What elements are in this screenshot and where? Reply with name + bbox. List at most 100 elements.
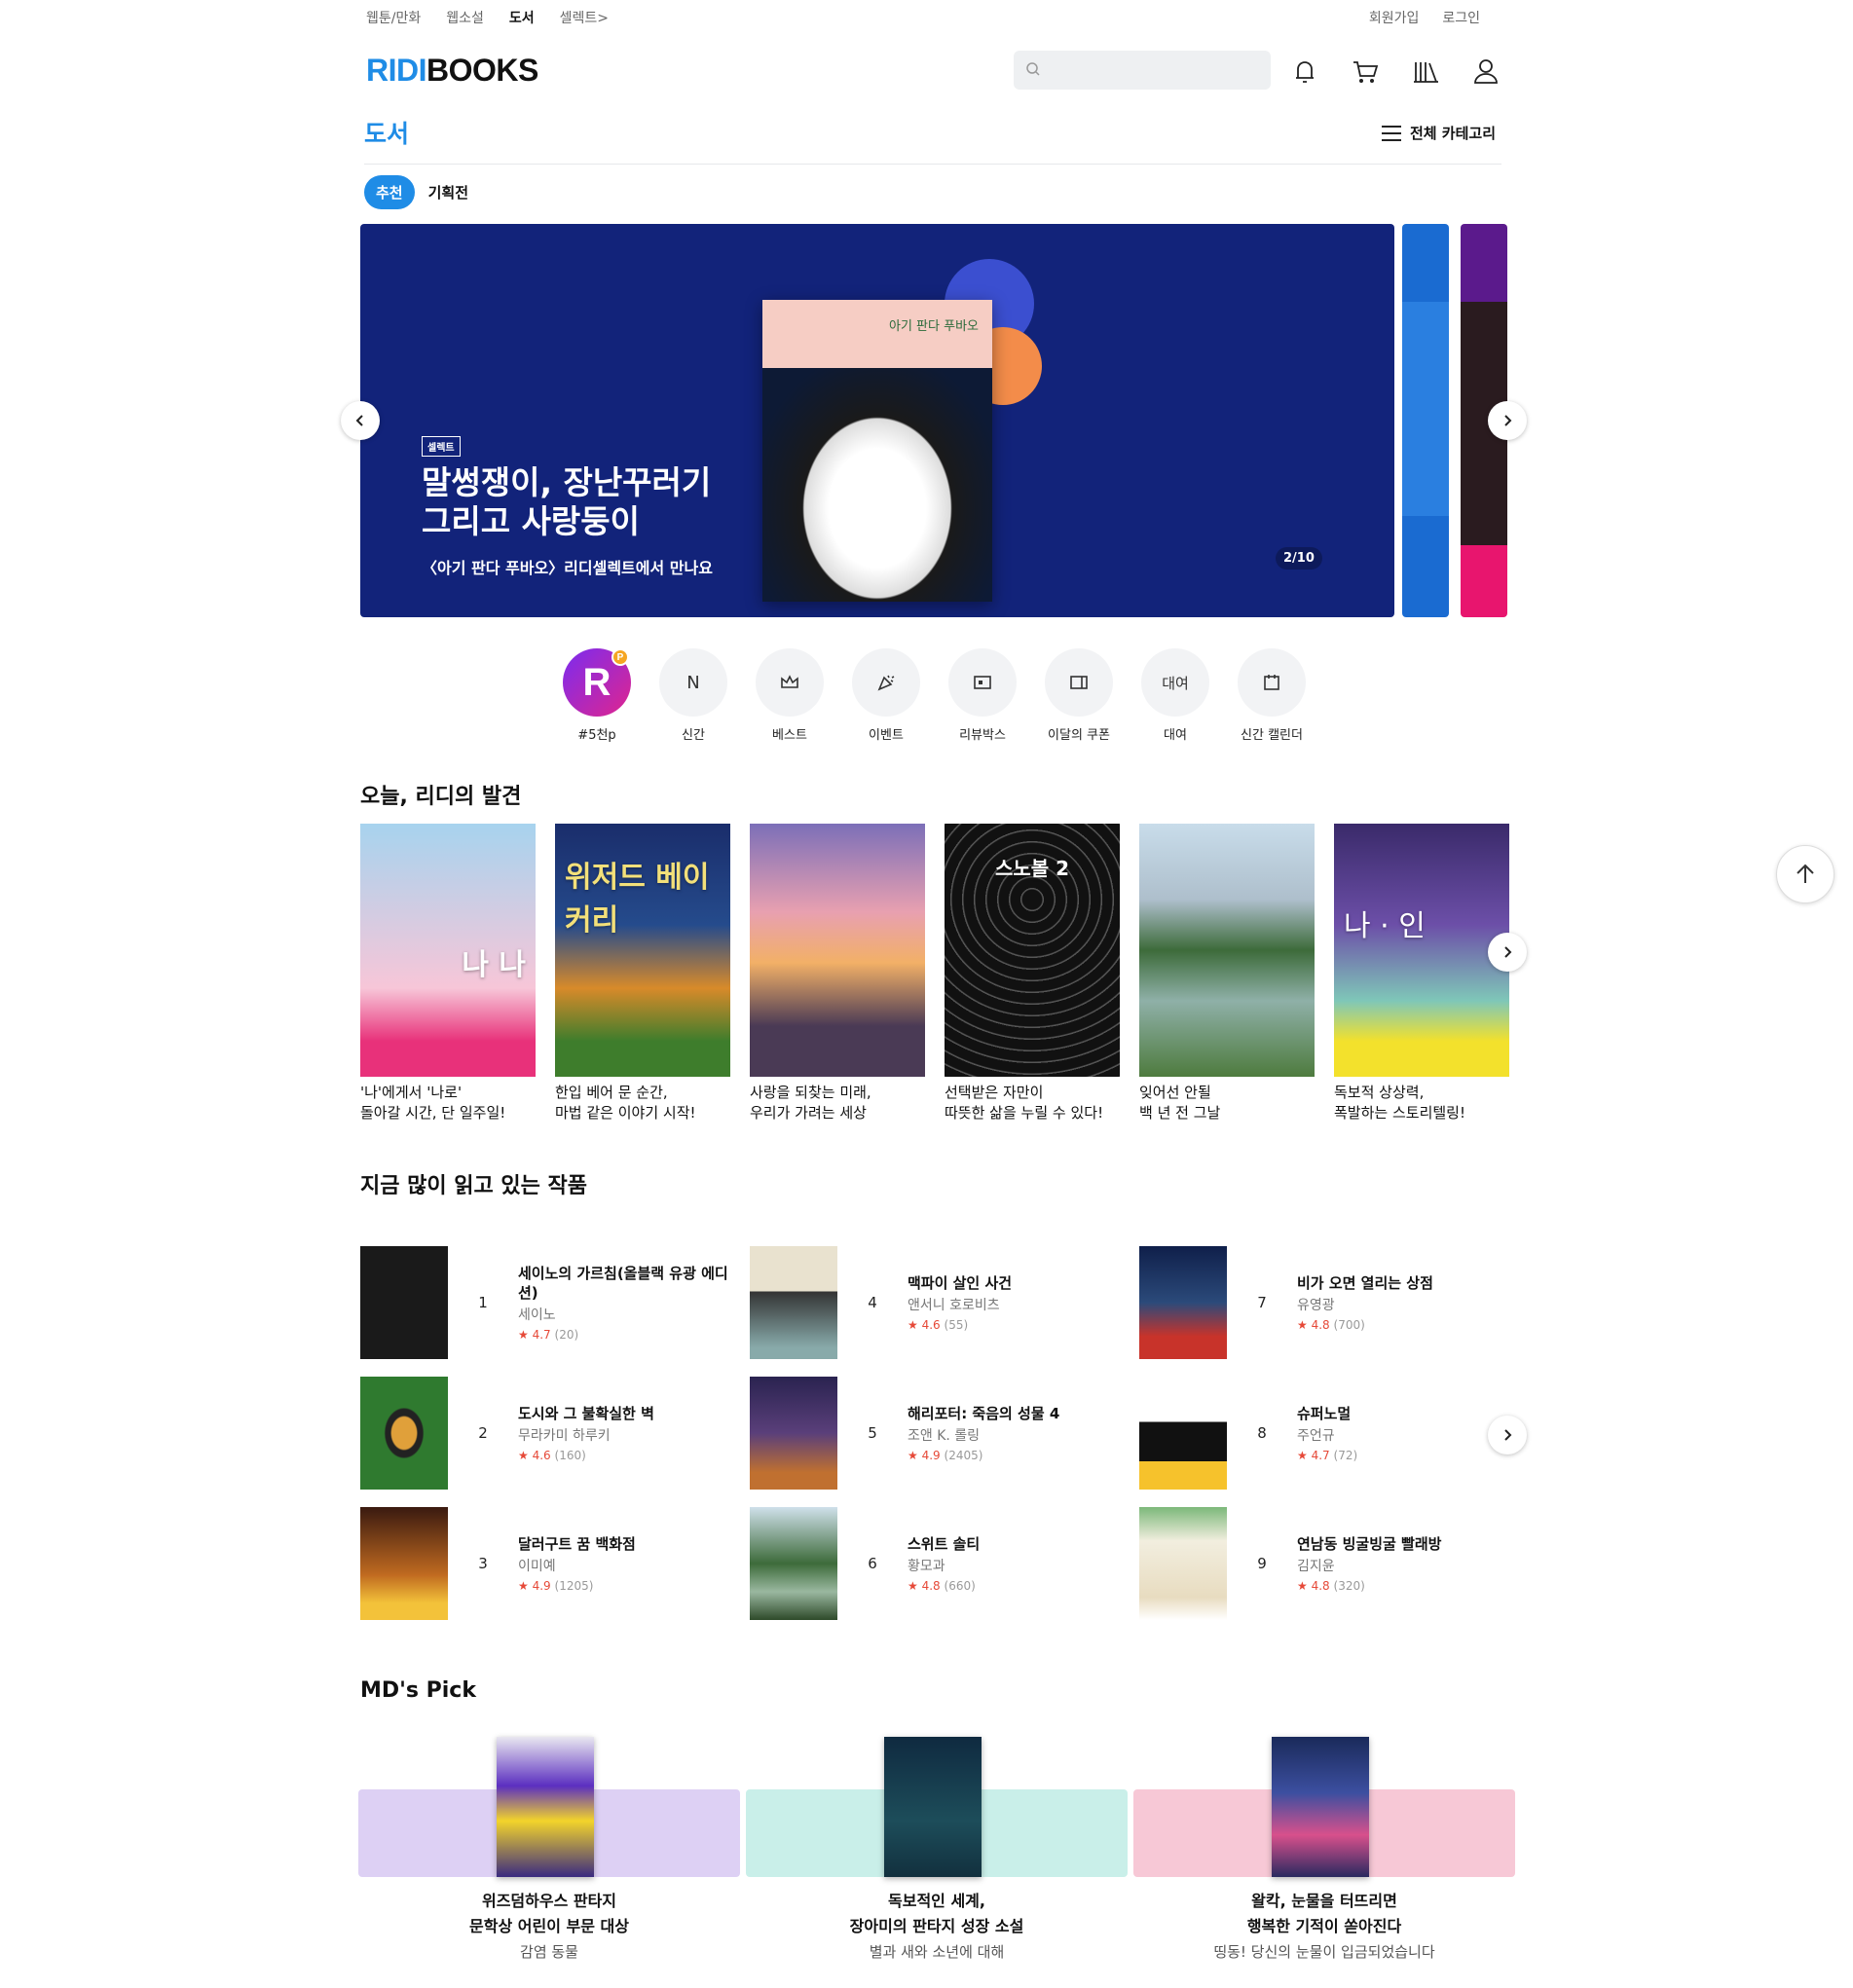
quick-best[interactable]: 베스트 [756,648,824,743]
login-link[interactable]: 로그인 [1442,8,1480,27]
ranking-item[interactable]: 4 맥파이 살인 사건 앤서니 호로비츠 ★ 4.6 (55) [750,1246,1139,1359]
rank-number: 4 [868,1294,877,1311]
point-icon: P [611,648,629,666]
caption-line: 백 년 전 그날 [1139,1104,1221,1122]
nav-webnovel[interactable]: 웹소설 [446,8,484,27]
rating-count: (1205) [554,1579,594,1593]
discovery-item[interactable]: 스노볼 2 선택받은 자만이 따뜻한 삶을 누릴 수 있다! [945,824,1120,1123]
book-cover [750,1246,837,1359]
mdpick-item[interactable]: 왈칵, 눈물을 터뜨리면 행복한 기적이 쏟아진다 띵동! 당신의 눈물이 입금되… [1133,1737,1515,1970]
book-cover [1139,824,1315,1077]
rating-count: (55) [944,1318,969,1332]
ranking-next-button[interactable] [1488,1416,1527,1454]
book-author: 황모과 [908,1559,945,1574]
quick-event[interactable]: 이벤트 [852,648,920,743]
book-cover: 나 나 [360,824,536,1077]
ranking-item[interactable]: 6 스위트 솔티 황모과 ★ 4.8 (660) [750,1507,1139,1620]
discovery-item[interactable]: 사랑을 되찾는 미래, 우리가 가려는 세상 [750,824,925,1123]
search-icon [1026,62,1040,76]
page-title: 도서 [364,120,410,148]
ranking-item[interactable]: 8 슈퍼노멀 주언규 ★ 4.7 (72) [1139,1377,1529,1490]
rank-info: 세이노의 가르침(올블랙 유광 에디션) 세이노 ★ 4.7 (20) [518,1264,732,1342]
discovery-item[interactable]: 나 · 인 독보적 상상력, 폭발하는 스토리텔링! [1334,824,1509,1123]
quick-reviewbox[interactable]: 리뷰박스 [948,648,1017,743]
ridibooks-logo[interactable]: RIDIBOOKS [366,53,538,89]
quick-point[interactable]: RP #5천p [563,648,631,743]
quick-new[interactable]: N 신간 [659,648,727,743]
ranking-list: 1 세이노의 가르침(올블랙 유광 에디션) 세이노 ★ 4.7 (20) 4 맥파이 … [360,1246,1529,1620]
ridi-point-icon: RP [563,648,631,717]
rating-count: (2405) [944,1449,983,1462]
discovery-item[interactable]: 나 나 '나'에게서 '나로' 돌아갈 시간, 단 일주일! [360,824,536,1123]
ranking-item[interactable]: 5 해리포터: 죽음의 성물 4 조앤 K. 롤링 ★ 4.9 (2405) [750,1377,1139,1490]
quick-rental[interactable]: 대여 대여 [1141,648,1209,743]
book-author: 앤서니 호로비츠 [908,1298,1000,1313]
nav-select[interactable]: 셀렉트> [560,8,609,27]
book-title: 맥파이 살인 사건 [908,1274,1013,1292]
nav-webtoon[interactable]: 웹툰/만화 [366,8,421,27]
quick-calendar[interactable]: 신간 캘린더 [1238,648,1306,743]
book-cover [750,1377,837,1490]
caption-line: 마법 같은 이야기 시작! [555,1104,696,1122]
next-banner-preview[interactable] [1402,224,1449,617]
mdpick-item[interactable]: 독보적인 세계, 장아미의 판타지 성장 소설 별과 새와 소년에 대해 [746,1737,1128,1970]
rank-number: 2 [478,1424,488,1442]
discovery-list: 나 나 '나'에게서 '나로' 돌아갈 시간, 단 일주일! 위저드 베이커리 한… [360,824,1509,1123]
caption-line: 선택받은 자만이 [945,1084,1044,1101]
rank-info: 연남동 빙굴빙굴 빨래방 김지윤 ★ 4.8 (320) [1297,1534,1511,1593]
rating-value: 4.8 [1311,1318,1330,1332]
ranking-item[interactable]: 1 세이노의 가르침(올블랙 유광 에디션) 세이노 ★ 4.7 (20) [360,1246,750,1359]
tab-recommend[interactable]: 추천 [364,175,415,209]
search-input[interactable] [1014,51,1271,90]
quick-label: 이달의 쿠폰 [1048,728,1110,743]
all-categories-button[interactable]: 전체 카테고리 [1381,123,1496,143]
book-cover [750,824,925,1077]
discovery-item[interactable]: 위저드 베이커리 한입 베어 문 순간, 마법 같은 이야기 시작! [555,824,730,1123]
signup-link[interactable]: 회원가입 [1369,8,1420,27]
book-title: 연남동 빙굴빙굴 빨래방 [1297,1535,1442,1553]
book-title: 슈퍼노멀 [1297,1405,1352,1422]
cart-icon[interactable] [1349,55,1382,88]
ranking-item[interactable]: 9 연남동 빙굴빙굴 빨래방 김지윤 ★ 4.8 (320) [1139,1507,1529,1620]
auth-nav: 회원가입 로그인 [1369,8,1480,27]
caption-line: 폭발하는 스토리텔링! [1334,1104,1465,1122]
rating-value: 4.9 [921,1449,941,1462]
library-icon[interactable] [1409,55,1442,88]
hero-banner[interactable]: 아기 판다 푸바오 셀렉트 말썽쟁이, 장난꾸러기 그리고 사랑둥이 〈아기 판… [360,224,1394,617]
mdpick-heading: 왈칵, 눈물을 터뜨리면 행복한 기적이 쏟아진다 [1133,1889,1515,1939]
quick-label: 이벤트 [869,728,904,743]
party-icon [852,648,920,717]
rating-value: 4.7 [532,1328,551,1342]
mdpick-line: 행복한 기적이 쏟아진다 [1246,1917,1402,1935]
quick-label: #5천p [577,728,616,743]
ranking-item[interactable]: 7 비가 오면 열리는 상점 유영광 ★ 4.8 (700) [1139,1246,1529,1359]
panda-image [762,368,992,602]
book-rating: ★ 4.8 (660) [908,1579,1122,1593]
banner-title: 말썽쟁이, 장난꾸러기 그리고 사랑둥이 [422,463,772,541]
rating-count: (660) [944,1579,976,1593]
banner-prev-button[interactable] [341,401,380,440]
discovery-next-button[interactable] [1488,933,1527,972]
caption-line: 독보적 상상력, [1334,1084,1425,1101]
cover-title: 나 나 [462,948,526,982]
banner-next-button[interactable] [1488,401,1527,440]
banner-book-title: 아기 판다 푸바오 [889,319,979,334]
star-icon: ★ [908,1579,918,1593]
tab-exhibition[interactable]: 기획전 [428,182,468,202]
rating-value: 4.8 [921,1579,941,1593]
mdpick-item[interactable]: 위즈덤하우스 판타지 문학상 어린이 부문 대상 감염 동물 [358,1737,740,1970]
book-rating: ★ 4.9 (2405) [908,1449,1122,1462]
quick-coupon[interactable]: 이달의 쿠폰 [1045,648,1113,743]
rank-info: 스위트 솔티 황모과 ★ 4.8 (660) [908,1534,1122,1593]
banner-subtitle: 〈아기 판다 푸바오〉리디셀렉트에서 만나요 [422,559,713,577]
scroll-to-top-button[interactable] [1776,845,1834,903]
bell-icon[interactable] [1288,55,1321,88]
star-icon: ★ [1297,1318,1308,1332]
nav-books[interactable]: 도서 [509,8,535,27]
discovery-item[interactable]: 잊어선 안될 백 년 전 그날 [1139,824,1315,1123]
user-icon[interactable] [1469,55,1502,88]
ranking-item[interactable]: 3 달러구트 꿈 백화점 이미예 ★ 4.9 (1205) [360,1507,750,1620]
arrow-up-icon [1797,864,1814,883]
ranking-item[interactable]: 2 도시와 그 불확실한 벽 무라카미 하루키 ★ 4.6 (160) [360,1377,750,1490]
book-author: 이미예 [518,1559,556,1574]
